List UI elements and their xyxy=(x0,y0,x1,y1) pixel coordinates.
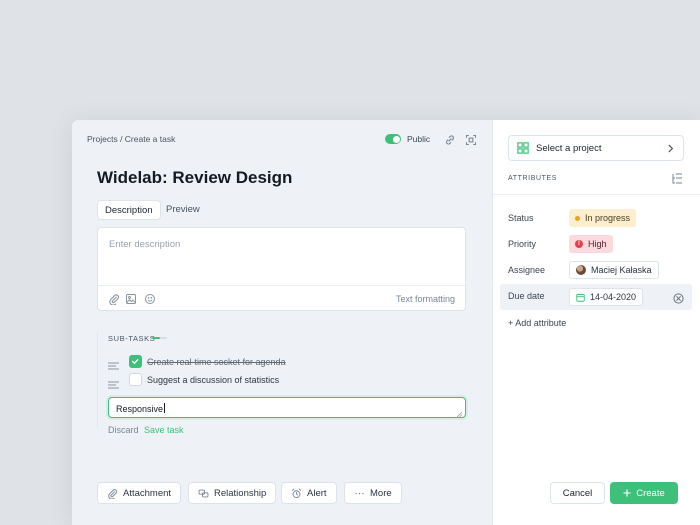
list-tree-icon[interactable] xyxy=(671,172,683,184)
alert-circle-icon: ! xyxy=(575,240,583,248)
attributes-panel: Select a project ATTRIBUTES Status In pr… xyxy=(492,120,700,525)
assignee-value: Maciej Kałaska xyxy=(591,265,652,275)
assignee-chip[interactable]: Maciej Kałaska xyxy=(569,261,659,279)
add-attribute-button[interactable]: + Add attribute xyxy=(508,318,566,328)
drag-handle-icon[interactable] xyxy=(108,376,119,389)
attachment-button[interactable]: Attachment xyxy=(97,482,182,504)
status-value: In progress xyxy=(585,213,631,223)
create-task-dialog: Projects / Create a task Public Widelab:… xyxy=(72,120,700,525)
assignee-label: Assignee xyxy=(508,265,546,275)
alert-label: Alert xyxy=(307,487,327,499)
clear-icon[interactable] xyxy=(673,291,684,304)
drag-handle-icon[interactable] xyxy=(108,357,119,370)
due-date-value: 14-04-2020 xyxy=(590,292,637,302)
status-badge[interactable]: In progress xyxy=(569,209,637,227)
task-main-panel: Projects / Create a task Public Widelab:… xyxy=(72,120,492,525)
avatar xyxy=(576,265,586,275)
create-label: Create xyxy=(636,487,665,499)
plus-icon xyxy=(623,489,631,497)
attributes-heading: ATTRIBUTES xyxy=(508,175,558,182)
project-select[interactable]: Select a project xyxy=(508,135,684,161)
subtask-checkbox-checked[interactable] xyxy=(129,355,142,368)
chevron-right-icon xyxy=(668,144,674,152)
grid-icon xyxy=(517,142,529,154)
priority-label: Priority xyxy=(508,239,537,249)
more-icon xyxy=(355,492,364,494)
attachment-label: Attachment xyxy=(123,487,172,499)
text-caret xyxy=(164,403,166,413)
new-subtask-input[interactable]: Responsive xyxy=(108,397,466,418)
image-icon[interactable] xyxy=(125,292,138,305)
subtask-checkbox[interactable] xyxy=(129,373,142,386)
priority-value: High xyxy=(588,239,607,249)
relationship-button[interactable]: Relationship xyxy=(188,482,277,504)
editor-divider xyxy=(98,285,465,286)
public-toggle[interactable] xyxy=(385,134,401,144)
task-title[interactable]: Widelab: Review Design xyxy=(97,168,292,188)
status-dot xyxy=(575,215,580,221)
subtask-item-text[interactable]: Suggest a discussion of statistics xyxy=(147,375,279,385)
discard-button[interactable]: Discard xyxy=(108,425,139,435)
create-button[interactable]: Create xyxy=(610,482,678,504)
calendar-icon xyxy=(576,293,585,302)
public-label: Public xyxy=(407,134,431,144)
text-formatting-button[interactable]: Text formatting xyxy=(396,294,455,304)
more-button[interactable]: More xyxy=(344,482,402,504)
description-placeholder: Enter description xyxy=(109,239,181,250)
alert-button[interactable]: Alert xyxy=(281,482,337,504)
tab-preview[interactable]: Preview xyxy=(159,200,207,220)
status-label: Status xyxy=(508,213,534,223)
subtasks-divider xyxy=(97,332,98,428)
subtask-item-text[interactable]: Create real-time socket for agenda xyxy=(147,357,286,367)
more-label: More xyxy=(370,487,392,499)
paperclip-icon xyxy=(108,488,118,499)
relationship-icon xyxy=(198,489,209,497)
attributes-divider xyxy=(493,194,700,195)
paperclip-icon[interactable] xyxy=(108,292,121,306)
tab-description[interactable]: Description xyxy=(97,200,161,220)
new-subtask-value: Responsive xyxy=(116,404,164,414)
cancel-button[interactable]: Cancel xyxy=(550,482,605,504)
subtasks-progress xyxy=(152,337,167,339)
relationship-label: Relationship xyxy=(214,487,267,499)
subtasks-heading: SUB-TASKS xyxy=(108,334,156,343)
link-icon[interactable] xyxy=(444,133,458,147)
due-date-label: Due date xyxy=(508,291,545,301)
due-date-chip[interactable]: 14-04-2020 xyxy=(569,288,644,306)
description-editor[interactable]: Enter description Text formatting xyxy=(97,227,466,311)
project-select-label: Select a project xyxy=(536,142,602,154)
breadcrumb[interactable]: Projects / Create a task xyxy=(87,134,175,144)
subtasks-progress-fill xyxy=(152,337,160,339)
expand-icon[interactable] xyxy=(465,133,479,147)
resize-grip-icon[interactable] xyxy=(456,409,463,418)
priority-badge[interactable]: ! High xyxy=(569,235,613,253)
save-task-button[interactable]: Save task xyxy=(144,425,184,435)
emoji-icon[interactable] xyxy=(144,292,157,305)
alarm-icon xyxy=(291,488,302,498)
